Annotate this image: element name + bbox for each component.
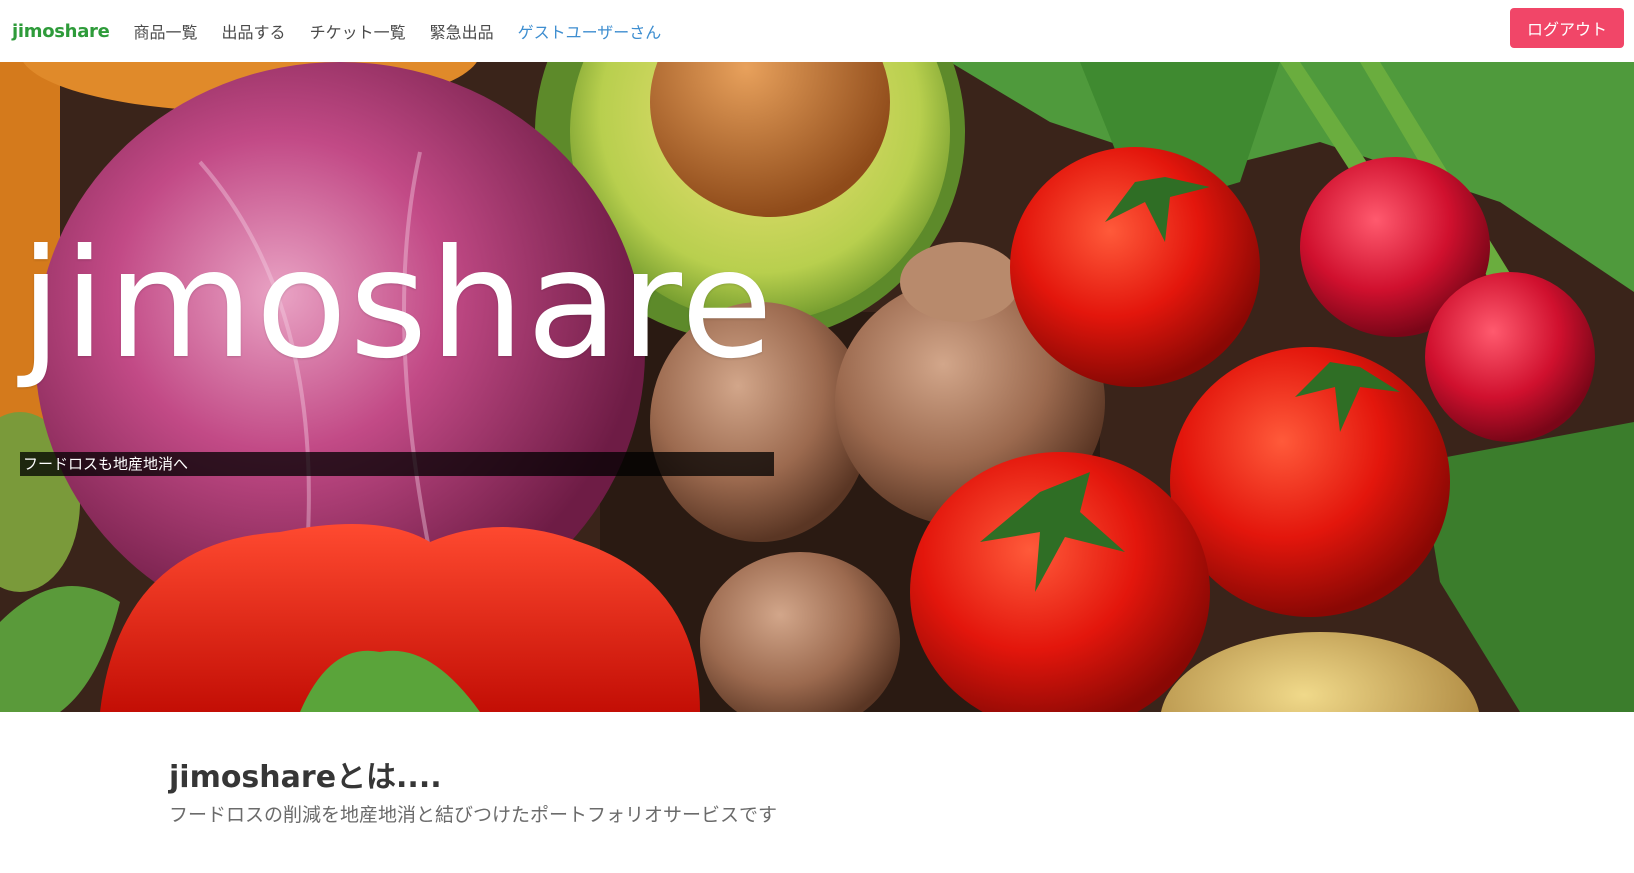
nav-item-urgent-sell[interactable]: 緊急出品 (418, 19, 506, 43)
nav-item-sell[interactable]: 出品する (210, 19, 298, 43)
navbar: jimoshare 商品一覧 出品する チケット一覧 緊急出品 ゲストユーザーさ… (0, 0, 1634, 62)
about-title: jimoshareとは.... (169, 760, 442, 795)
hero-banner: jimoshare フードロスも地産地消へ (0, 62, 1634, 712)
about-subtitle: フードロスの削減を地産地消と結びつけたポートフォリオサービスです (169, 804, 778, 826)
hero-title: jimoshare (20, 218, 776, 392)
hero-subtitle: フードロスも地産地消へ (20, 452, 774, 476)
nav-item-user[interactable]: ゲストユーザーさん (506, 19, 674, 43)
nav-item-products[interactable]: 商品一覧 (122, 19, 210, 43)
brand-logo-link[interactable]: jimoshare (12, 21, 110, 42)
logout-button[interactable]: ログアウト (1510, 8, 1624, 48)
about-section: jimoshareとは.... フードロスの削減を地産地消と結びつけたポートフォ… (169, 758, 1469, 827)
nav-item-tickets[interactable]: チケット一覧 (298, 19, 418, 43)
